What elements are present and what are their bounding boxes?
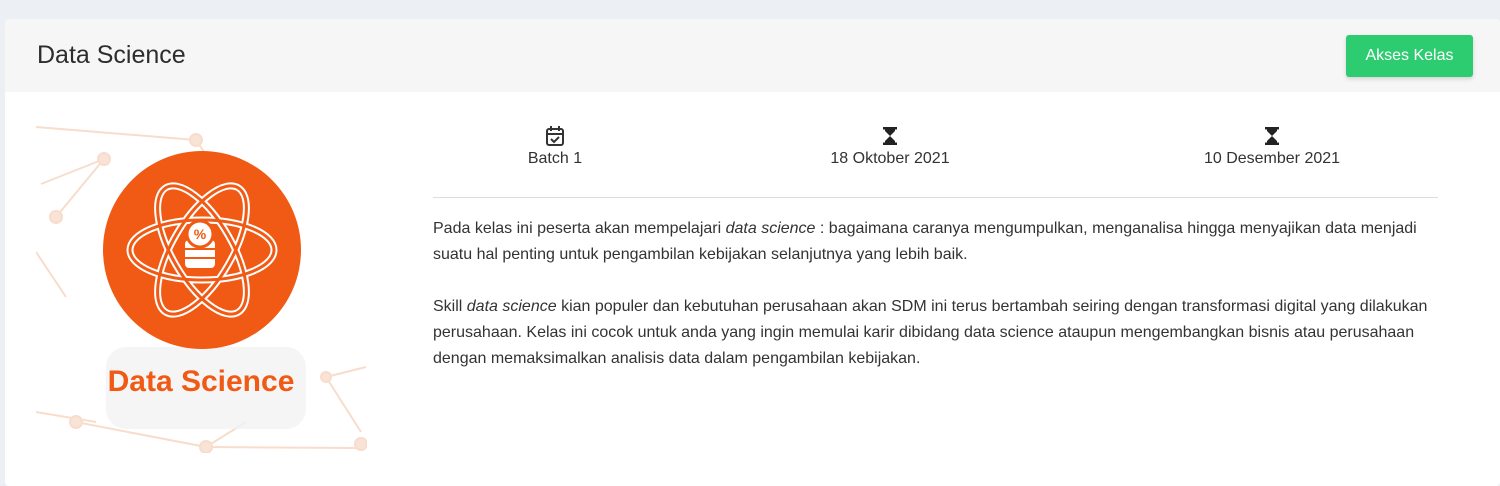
batch-info: Batch 1: [445, 125, 665, 169]
course-card-body: % Data Science Batch 1 18 Oktober 2021 1…: [5, 92, 1500, 486]
end-date-info: 10 Desember 2021: [1162, 125, 1382, 169]
course-info-row: Batch 1 18 Oktober 2021 10 Desember 2021: [433, 125, 1438, 198]
batch-label: Batch 1: [527, 150, 583, 167]
end-date-label: 10 Desember 2021: [1203, 150, 1341, 167]
coin-stack-icon: %: [185, 219, 215, 268]
course-title: Data Science: [37, 41, 186, 69]
calendar-check-icon: [546, 126, 564, 146]
course-card-header: Data Science Akses Kelas: [5, 19, 1500, 92]
course-thumbnail: % Data Science: [36, 126, 367, 453]
start-date-label: 18 Oktober 2021: [830, 150, 950, 167]
course-card: Data Science Akses Kelas % Data Science …: [5, 19, 1500, 486]
course-description: Pada kelas ini peserta akan mempelajari …: [433, 216, 1443, 398]
logo-text: Data Science: [108, 365, 295, 398]
start-date-info: 18 Oktober 2021: [780, 125, 1000, 169]
logo-symbol: %: [194, 226, 207, 242]
hourglass-icon: [1265, 127, 1279, 145]
description-paragraph-2: Skill data science kian populer dan kebu…: [433, 298, 1428, 367]
hourglass-icon: [883, 127, 897, 145]
description-paragraph-1: Pada kelas ini peserta akan mempelajari …: [433, 220, 1417, 263]
access-class-button[interactable]: Akses Kelas: [1346, 35, 1473, 77]
